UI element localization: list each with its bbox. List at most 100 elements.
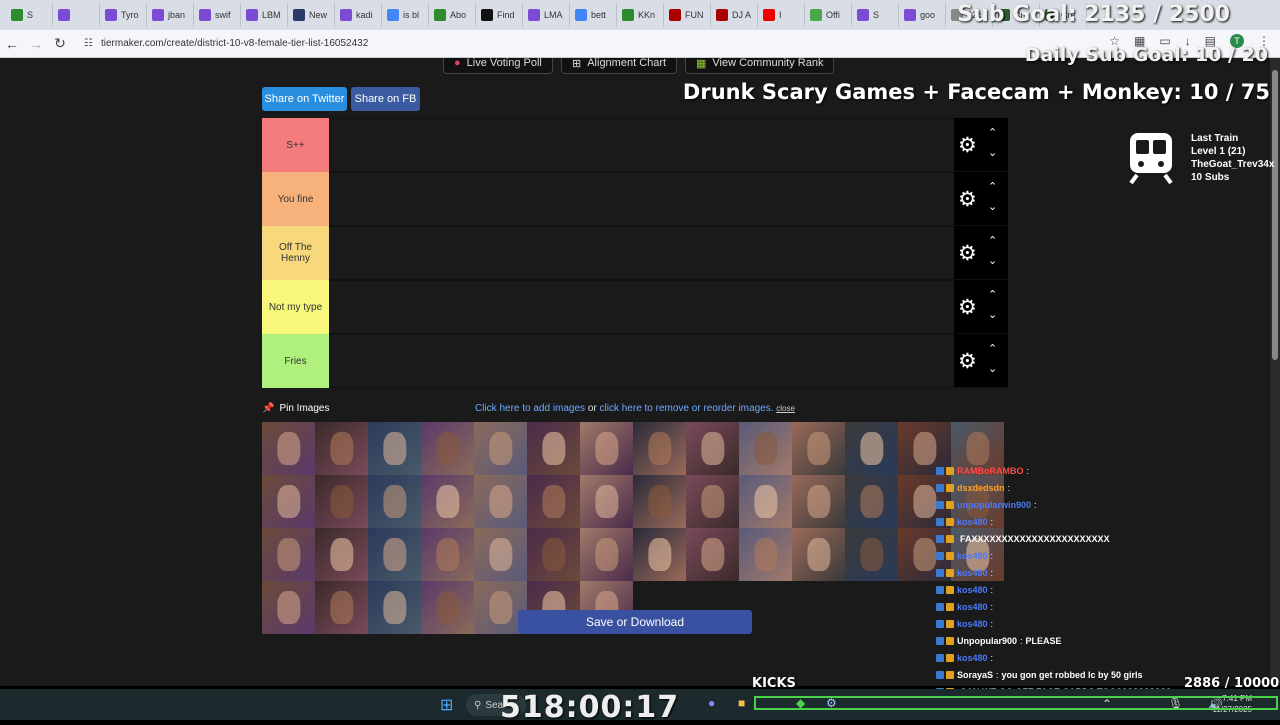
browser-tab[interactable]: bett <box>570 3 617 27</box>
pool-image[interactable] <box>421 422 474 475</box>
chat-username[interactable]: Unpopular900 <box>957 636 1017 646</box>
pool-image[interactable] <box>739 528 792 581</box>
browser-tab[interactable]: is bl <box>382 3 429 27</box>
reorder-images-link[interactable]: click here to remove or reorder images. <box>600 403 774 414</box>
move-tier-down-chevron-icon[interactable]: ⌄ <box>988 254 997 267</box>
alignment-chart-button[interactable]: ⊞ Alignment Chart <box>561 58 678 74</box>
windows-start-icon[interactable]: ⊞ <box>440 695 453 715</box>
browser-tab[interactable]: FUN <box>664 3 711 27</box>
chat-username[interactable]: dsxdedsdn <box>957 483 1005 493</box>
pool-image[interactable] <box>792 475 845 528</box>
tier-label[interactable]: Fries <box>262 334 329 388</box>
move-tier-down-chevron-icon[interactable]: ⌄ <box>988 308 997 321</box>
file-explorer-icon[interactable]: ■ <box>738 696 745 710</box>
browser-tab[interactable]: KKn <box>617 3 664 27</box>
save-download-button[interactable]: Save or Download <box>518 610 752 634</box>
pool-image[interactable] <box>474 422 527 475</box>
tier-drop-zone[interactable] <box>329 226 954 279</box>
browser-tab[interactable]: S <box>852 3 899 27</box>
tier-label[interactable]: S++ <box>262 118 329 172</box>
tier-label[interactable]: You fine <box>262 172 329 226</box>
url-field[interactable]: ☷ tiermaker.com/create/district-10-v8-fe… <box>84 38 368 49</box>
pool-image[interactable] <box>315 422 368 475</box>
browser-tab[interactable]: Tyro <box>100 3 147 27</box>
chat-username[interactable]: kos480 <box>957 602 988 612</box>
tier-drop-zone[interactable] <box>329 172 954 225</box>
move-tier-up-chevron-icon[interactable]: ⌃ <box>988 342 997 355</box>
pool-image[interactable] <box>262 475 315 528</box>
pool-image[interactable] <box>580 528 633 581</box>
move-tier-down-chevron-icon[interactable]: ⌄ <box>988 200 997 213</box>
browser-tab[interactable]: Abo <box>429 3 476 27</box>
browser-tab[interactable]: DJ A <box>711 3 758 27</box>
browser-tab[interactable] <box>53 3 100 27</box>
pool-image[interactable] <box>262 528 315 581</box>
forward-icon[interactable]: → <box>24 32 48 56</box>
tier-label[interactable]: Off The Henny <box>262 226 329 280</box>
tier-drop-zone[interactable] <box>329 280 954 333</box>
pool-image[interactable] <box>527 422 580 475</box>
browser-tab[interactable]: swif <box>194 3 241 27</box>
pool-image[interactable] <box>368 475 421 528</box>
live-voting-poll-button[interactable]: ● Live Voting Poll <box>443 58 553 74</box>
tier-settings-gear-icon[interactable]: ⚙ <box>958 349 977 374</box>
discord-icon[interactable]: ● <box>708 696 715 710</box>
pool-image[interactable] <box>527 528 580 581</box>
move-tier-up-chevron-icon[interactable]: ⌃ <box>988 288 997 301</box>
pool-image[interactable] <box>421 528 474 581</box>
chat-username[interactable]: SorayaS <box>957 670 993 680</box>
pool-image[interactable] <box>792 422 845 475</box>
scrollbar-thumb[interactable] <box>1272 70 1278 360</box>
pool-image[interactable] <box>421 475 474 528</box>
chat-username[interactable]: kos480 <box>957 619 988 629</box>
pool-image[interactable] <box>633 528 686 581</box>
pool-image[interactable] <box>527 475 580 528</box>
tier-drop-zone[interactable] <box>329 118 954 171</box>
tier-drop-zone[interactable] <box>329 334 954 387</box>
add-images-link[interactable]: Click here to add images <box>475 403 585 414</box>
share-fb-button[interactable]: Share on FB <box>351 87 420 111</box>
tier-settings-gear-icon[interactable]: ⚙ <box>958 133 977 158</box>
pool-image[interactable] <box>686 475 739 528</box>
browser-tab[interactable]: goo <box>899 3 946 27</box>
pool-image[interactable] <box>739 475 792 528</box>
chat-username[interactable]: kos480 <box>957 568 988 578</box>
browser-tab[interactable]: Offi <box>805 3 852 27</box>
pool-image[interactable] <box>262 581 315 634</box>
pool-image[interactable] <box>845 422 898 475</box>
move-tier-down-chevron-icon[interactable]: ⌄ <box>988 362 997 375</box>
pool-image[interactable] <box>633 422 686 475</box>
pool-image[interactable] <box>686 528 739 581</box>
chat-username[interactable]: kos480 <box>957 653 988 663</box>
chat-username[interactable]: kos480 <box>957 551 988 561</box>
pool-image[interactable] <box>262 422 315 475</box>
pool-image[interactable] <box>633 475 686 528</box>
browser-tab[interactable]: S <box>6 3 53 27</box>
browser-tab[interactable]: Find <box>476 3 523 27</box>
browser-tab[interactable]: LBM <box>241 3 288 27</box>
pool-image[interactable] <box>474 528 527 581</box>
pool-image[interactable] <box>368 528 421 581</box>
pool-image[interactable] <box>315 475 368 528</box>
pool-image[interactable] <box>792 528 845 581</box>
pool-image[interactable] <box>686 422 739 475</box>
tier-settings-gear-icon[interactable]: ⚙ <box>958 187 977 212</box>
pool-image[interactable] <box>580 422 633 475</box>
browser-tab[interactable]: jban <box>147 3 194 27</box>
pool-image[interactable] <box>368 422 421 475</box>
pool-image[interactable] <box>845 528 898 581</box>
share-twitter-button[interactable]: Share on Twitter <box>262 87 347 111</box>
tier-settings-gear-icon[interactable]: ⚙ <box>958 241 977 266</box>
pool-image[interactable] <box>845 475 898 528</box>
browser-tab[interactable]: New <box>288 3 335 27</box>
browser-tab[interactable]: I <box>758 3 805 27</box>
chat-username[interactable]: kos480 <box>957 517 988 527</box>
move-tier-down-chevron-icon[interactable]: ⌄ <box>988 146 997 159</box>
pool-image[interactable] <box>739 422 792 475</box>
chat-username[interactable]: kos480 <box>957 585 988 595</box>
pin-images-toggle[interactable]: 📌 Pin Images <box>262 403 329 414</box>
community-rank-button[interactable]: ▦ View Community Rank <box>685 58 835 74</box>
pool-image[interactable] <box>315 528 368 581</box>
tier-label[interactable]: Not my type <box>262 280 329 334</box>
site-info-icon[interactable]: ☷ <box>84 38 93 49</box>
